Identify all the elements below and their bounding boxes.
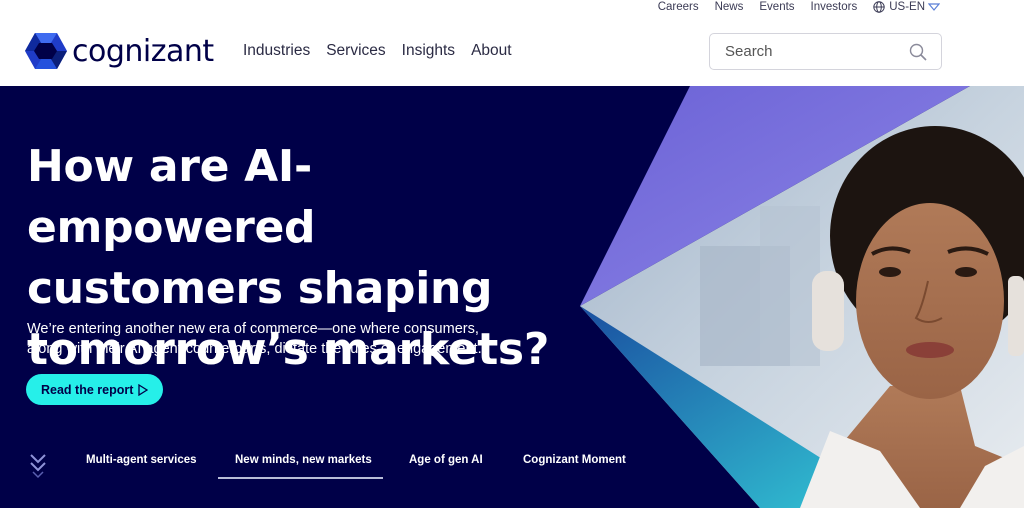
cognizant-logo[interactable]: cognizant <box>25 31 214 71</box>
nav-item-industries[interactable]: Industries <box>243 42 310 60</box>
tab-multi-agent-services[interactable]: Multi-agent services <box>86 454 197 466</box>
chevron-down-icon <box>928 3 940 11</box>
tab-age-of-gen-ai[interactable]: Age of gen AI <box>409 454 483 466</box>
tab-cognizant-moment[interactable]: Cognizant Moment <box>523 454 626 466</box>
main-nav: Industries Services Insights About <box>243 42 512 60</box>
logo-wordmark: cognizant <box>72 33 214 69</box>
utility-link-news[interactable]: News <box>715 1 744 13</box>
active-tab-indicator <box>218 477 383 479</box>
logo-mark-icon <box>25 33 67 69</box>
headline-line-1: How are AI-empowered <box>27 141 316 253</box>
utility-nav: Careers News Events Investors US-EN <box>642 1 944 13</box>
subtext-line-1: We’re entering another new era of commer… <box>27 321 479 337</box>
language-selector[interactable]: US-EN <box>873 1 944 13</box>
hero-subtext: We’re entering another new era of commer… <box>27 319 547 359</box>
search-box <box>709 33 942 70</box>
site-header: Careers News Events Investors US-EN cogn… <box>0 0 1024 86</box>
play-arrow-icon <box>138 383 149 396</box>
utility-link-investors[interactable]: Investors <box>811 1 858 13</box>
language-label: US-EN <box>889 1 925 13</box>
read-report-button[interactable]: Read the report <box>26 374 164 405</box>
globe-icon <box>873 1 885 13</box>
utility-link-events[interactable]: Events <box>759 1 794 13</box>
search-input[interactable] <box>725 43 895 60</box>
hero-tabs: Multi-agent services New minds, new mark… <box>0 442 700 482</box>
nav-item-about[interactable]: About <box>471 42 512 60</box>
subtext-line-2: along with their AI agent counterparts, … <box>27 341 482 357</box>
hero-banner: How are AI-empowered customers shaping t… <box>0 86 1024 508</box>
nav-item-insights[interactable]: Insights <box>402 42 455 60</box>
nav-item-services[interactable]: Services <box>326 42 385 60</box>
headline-line-2: customers shaping <box>27 263 493 314</box>
search-icon[interactable] <box>909 43 927 61</box>
chevron-double-down-icon[interactable] <box>29 452 47 480</box>
read-report-label: Read the report <box>41 382 134 397</box>
utility-link-careers[interactable]: Careers <box>658 1 699 13</box>
tab-new-minds-new-markets[interactable]: New minds, new markets <box>235 454 372 466</box>
